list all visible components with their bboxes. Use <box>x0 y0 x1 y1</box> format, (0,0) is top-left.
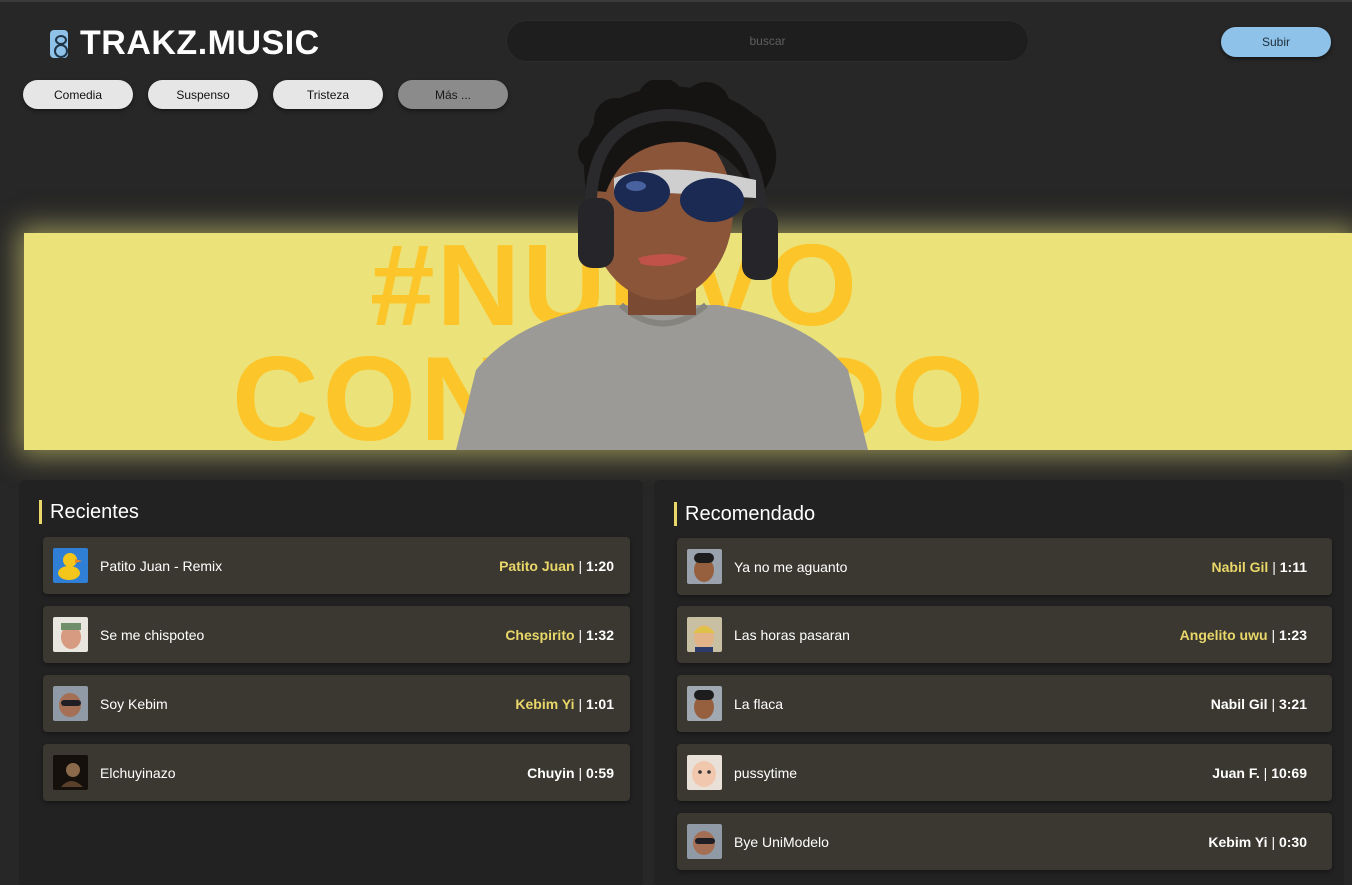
track-artist: Angelito uwu <box>1179 626 1268 643</box>
track-duration: 0:30 <box>1278 833 1307 850</box>
speaker-icon <box>50 29 68 58</box>
track-meta: Kebim Yi | 1:01 <box>515 695 614 712</box>
track-meta: Kebim Yi | 0:30 <box>1208 833 1307 850</box>
genre-chip-suspenso[interactable]: Suspenso <box>148 80 258 109</box>
track-duration: 1:01 <box>585 695 614 712</box>
track-cover <box>687 755 722 790</box>
track-meta: Angelito uwu | 1:23 <box>1179 626 1307 643</box>
genre-chip-tristeza[interactable]: Tristeza <box>273 80 383 109</box>
recientes-panel: Recientes Patito Juan - Remix Patito Jua… <box>19 480 643 885</box>
track-title: Patito Juan - Remix <box>100 557 223 574</box>
track-artist: Kebim Yi <box>515 695 575 712</box>
track-cover <box>687 824 722 859</box>
track-title: Bye UniModelo <box>734 833 829 850</box>
track-meta: Juan F. | 10:69 <box>1212 764 1307 781</box>
track-meta: Patito Juan | 1:20 <box>499 557 614 574</box>
track-meta: Nabil Gil | 3:21 <box>1210 695 1307 712</box>
track-row[interactable]: La flaca Nabil Gil | 3:21 <box>677 675 1332 732</box>
recomendado-title: Recomendado <box>674 502 815 526</box>
track-title: pussytime <box>734 764 798 781</box>
track-title: Elchuyinazo <box>100 764 176 781</box>
track-title: Ya no me aguanto <box>734 558 848 575</box>
track-title: Las horas pasaran <box>734 626 850 643</box>
genre-filter-bar: Comedia Suspenso Tristeza Más ... <box>23 80 508 109</box>
track-duration: 1:20 <box>585 557 614 574</box>
brand-name: TRAKZ.MUSIC <box>80 24 320 62</box>
track-duration: 0:59 <box>585 764 614 781</box>
track-cover <box>687 549 722 584</box>
track-cover <box>53 686 88 721</box>
track-duration: 3:21 <box>1278 695 1307 712</box>
track-meta: Chespirito | 1:32 <box>505 626 614 643</box>
upload-button[interactable]: Subir <box>1221 27 1331 57</box>
search-input[interactable] <box>506 20 1029 62</box>
track-row[interactable]: Bye UniModelo Kebim Yi | 0:30 <box>677 813 1332 870</box>
track-cover <box>687 686 722 721</box>
track-artist: Chuyin <box>527 764 575 781</box>
track-cover <box>53 617 88 652</box>
track-row[interactable]: Ya no me aguanto Nabil Gil | 1:11 <box>677 538 1332 595</box>
track-duration: 1:11 <box>1279 558 1307 575</box>
track-artist: Nabil Gil <box>1210 695 1268 712</box>
track-artist: Juan F. <box>1212 764 1260 781</box>
track-cover <box>687 617 722 652</box>
track-cover <box>53 548 88 583</box>
track-meta: Nabil Gil | 1:11 <box>1211 558 1307 575</box>
track-title: La flaca <box>734 695 784 712</box>
track-artist: Kebim Yi <box>1208 833 1268 850</box>
track-artist: Chespirito <box>505 626 575 643</box>
track-duration: 1:23 <box>1278 626 1307 643</box>
brand-logo[interactable]: TRAKZ.MUSIC <box>50 24 320 63</box>
track-row[interactable]: Elchuyinazo Chuyin | 0:59 <box>43 744 630 801</box>
track-row[interactable]: Se me chispoteo Chespirito | 1:32 <box>43 606 630 663</box>
track-meta: Chuyin | 0:59 <box>527 764 614 781</box>
recientes-title: Recientes <box>39 500 139 524</box>
genre-chip-comedia[interactable]: Comedia <box>23 80 133 109</box>
track-duration: 10:69 <box>1271 764 1307 781</box>
track-duration: 1:32 <box>585 626 614 643</box>
recomendado-panel: Recomendado Ya no me aguanto Nabil Gil |… <box>654 480 1344 885</box>
track-artist: Nabil Gil <box>1211 558 1269 575</box>
track-row[interactable]: pussytime Juan F. | 10:69 <box>677 744 1332 801</box>
track-row[interactable]: Soy Kebim Kebim Yi | 1:01 <box>43 675 630 732</box>
banner-artist-photo <box>456 80 868 450</box>
track-artist: Patito Juan <box>499 557 575 574</box>
app-page: TRAKZ.MUSIC Subir Comedia Suspenso Trist… <box>0 0 1352 885</box>
track-row[interactable]: Patito Juan - Remix Patito Juan | 1:20 <box>43 537 630 594</box>
track-row[interactable]: Las horas pasaran Angelito uwu | 1:23 <box>677 606 1332 663</box>
track-title: Soy Kebim <box>100 695 168 712</box>
track-cover <box>53 755 88 790</box>
track-title: Se me chispoteo <box>100 626 205 643</box>
